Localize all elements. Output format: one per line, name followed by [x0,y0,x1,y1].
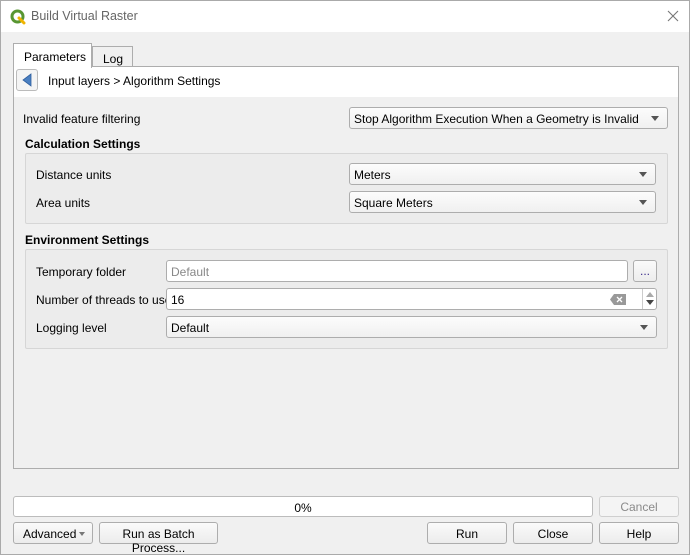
help-button[interactable]: Help [599,522,679,544]
cancel-button[interactable]: Cancel [599,496,679,517]
spin-up-icon[interactable] [646,292,654,297]
tab-parameters[interactable]: Parameters [13,43,92,68]
chevron-down-icon [640,325,648,330]
advanced-label: Advanced [23,527,77,541]
logging-level-label: Logging level [36,321,107,335]
area-units-select[interactable]: Square Meters [349,191,656,213]
breadcrumb: Input layers > Algorithm Settings [48,74,221,88]
invalid-filtering-select[interactable]: Stop Algorithm Execution When a Geometry… [349,107,668,129]
invalid-filtering-label: Invalid feature filtering [23,112,141,126]
progress-bar: 0% [13,496,593,517]
temp-folder-input[interactable]: Default [166,260,628,282]
threads-value: 16 [171,293,185,307]
parameters-panel: Input layers > Algorithm Settings Invali… [13,66,679,469]
logging-level-value: Default [171,321,210,335]
distance-units-select[interactable]: Meters [349,163,656,185]
temp-folder-label: Temporary folder [36,265,127,279]
threads-spinbox[interactable]: 16 [166,288,657,310]
run-button[interactable]: Run [427,522,507,544]
environment-settings-title: Environment Settings [25,233,150,247]
distance-units-label: Distance units [36,168,112,182]
title-bar: Build Virtual Raster [1,1,689,32]
spin-buttons [642,289,656,309]
back-button[interactable] [16,69,38,91]
area-units-value: Square Meters [354,196,433,210]
browse-button[interactable]: ... [633,260,657,282]
advanced-button[interactable]: Advanced [13,522,93,544]
logging-level-select[interactable]: Default [166,316,657,338]
tab-log[interactable]: Log [92,46,133,67]
chevron-down-icon [651,116,659,121]
run-batch-button[interactable]: Run as Batch Process... [99,522,218,555]
back-arrow-icon [22,73,32,87]
chevron-down-icon [79,532,85,536]
close-button[interactable]: Close [513,522,593,544]
progress-label: 0% [294,501,312,515]
chevron-down-icon [639,200,647,205]
qgis-logo-icon [10,9,26,25]
breadcrumb-bar: Input layers > Algorithm Settings [14,67,678,97]
calculation-settings-title: Calculation Settings [25,137,141,151]
window-title: Build Virtual Raster [31,9,138,23]
invalid-filtering-value: Stop Algorithm Execution When a Geometry… [354,112,639,126]
threads-label: Number of threads to use [36,293,172,307]
clear-icon[interactable] [610,294,626,305]
calculation-settings-group: Distance units Meters Area units Square … [25,153,668,224]
close-icon[interactable] [665,8,681,24]
spin-down-icon[interactable] [646,300,654,305]
area-units-label: Area units [36,196,91,210]
chevron-down-icon [639,172,647,177]
environment-settings-group: Temporary folder Default ... Number of t… [25,249,668,349]
distance-units-value: Meters [354,168,391,182]
dialog-window: Build Virtual Raster Parameters Log Inpu… [0,0,690,555]
